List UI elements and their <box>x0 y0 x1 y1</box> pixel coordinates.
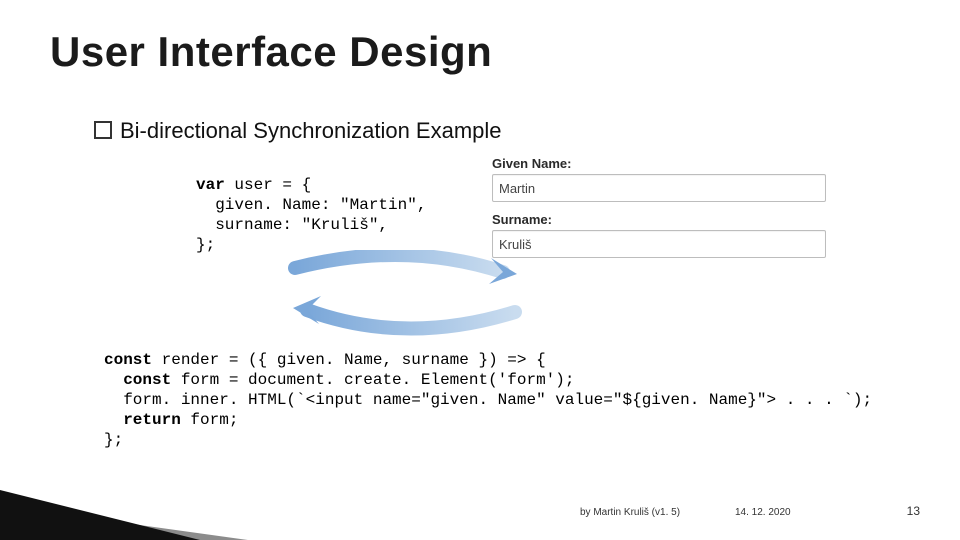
bullet-line: Bi-directional Synchronization Example <box>94 118 502 144</box>
kw-var: var <box>196 176 225 194</box>
footer-page-number: 13 <box>907 504 920 518</box>
given-name-label: Given Name: <box>492 156 830 171</box>
kw-const-1: const <box>104 351 152 369</box>
bidirectional-arrows-icon <box>265 250 545 340</box>
bullet-text: Bi-directional Synchronization Example <box>120 118 502 143</box>
corner-wedge-icon <box>0 480 240 540</box>
footer-date: 14. 12. 2020 <box>735 507 791 518</box>
footer-author: by Martin Kruliš (v1. 5) <box>580 507 680 518</box>
example-form: Given Name: Surname: <box>492 156 830 258</box>
surname-label: Surname: <box>492 212 830 227</box>
given-name-input[interactable] <box>492 174 826 202</box>
kw-const-2: const <box>123 371 171 389</box>
kw-return: return <box>123 411 181 429</box>
code-block-user-object: var user = { given. Name: "Martin", surn… <box>196 175 426 255</box>
bullet-square-icon <box>94 121 112 139</box>
code-block-render-fn: const render = ({ given. Name, surname }… <box>104 350 872 450</box>
slide: User Interface Design Bi-directional Syn… <box>0 0 960 540</box>
slide-title: User Interface Design <box>50 28 492 76</box>
